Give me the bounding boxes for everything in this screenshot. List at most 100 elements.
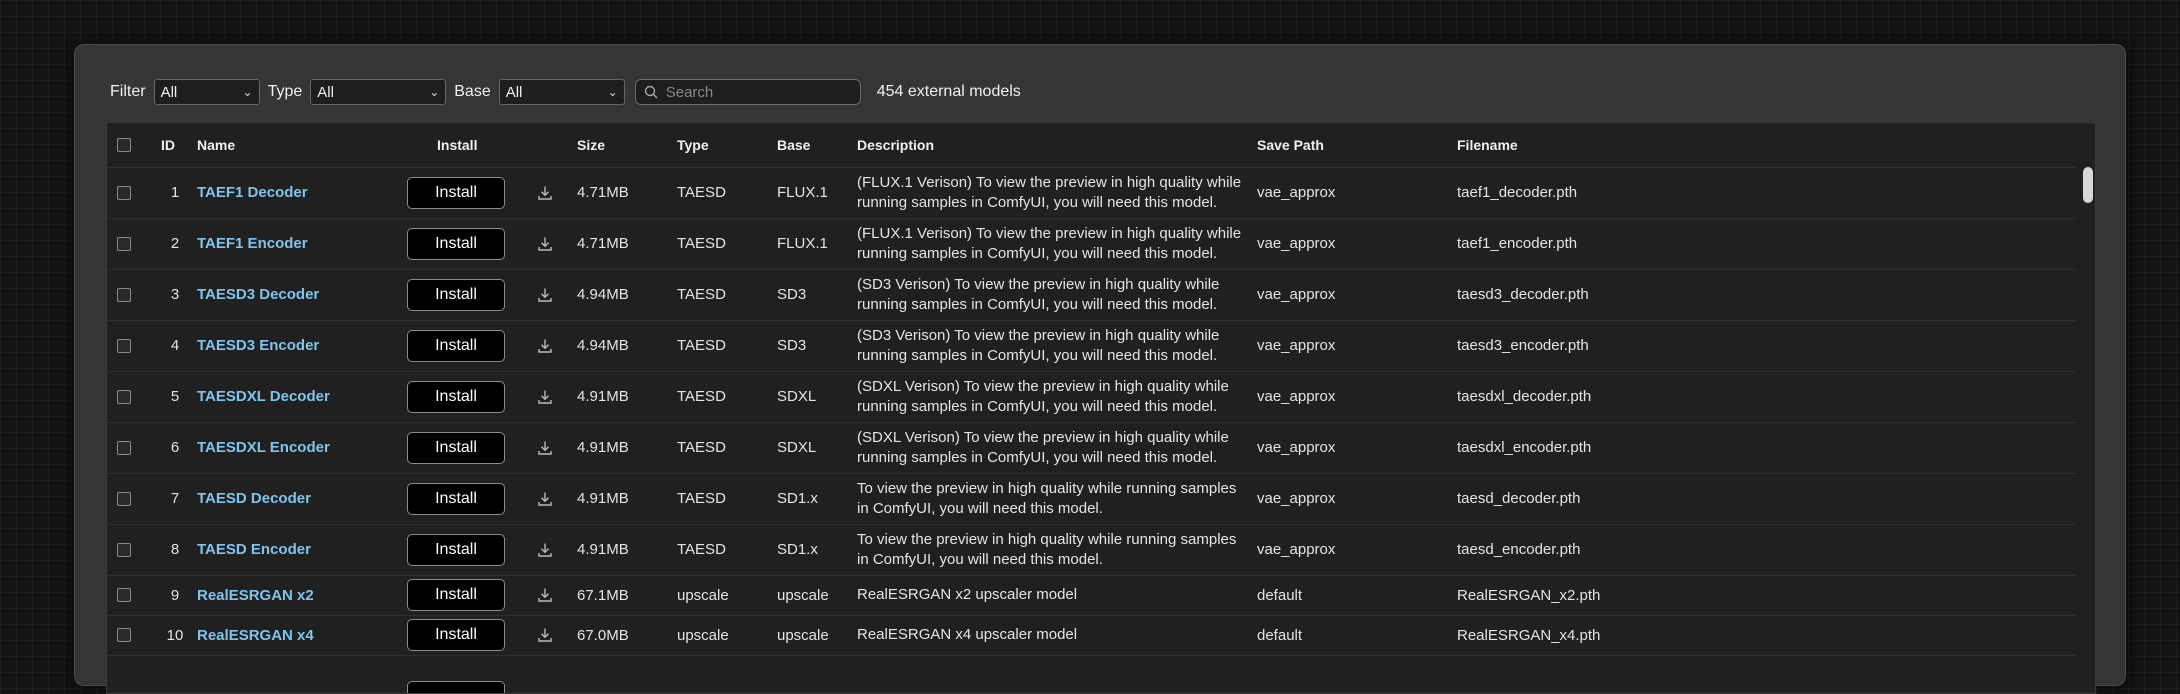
row-size: 4.91MB bbox=[577, 490, 629, 507]
row-checkbox[interactable] bbox=[117, 491, 131, 506]
header-id[interactable]: ID bbox=[161, 123, 175, 167]
row-base-cell: FLUX.1 bbox=[777, 167, 828, 218]
install-cell: Install bbox=[407, 524, 505, 575]
select-all-checkbox[interactable] bbox=[117, 138, 131, 152]
header-size[interactable]: Size bbox=[577, 123, 605, 167]
row-base: SD3 bbox=[777, 337, 807, 354]
row-checkbox[interactable] bbox=[117, 236, 131, 251]
row-save-path-cell: default bbox=[1257, 575, 1302, 615]
model-name-cell: RealESRGAN x4 bbox=[197, 615, 314, 655]
download-icon[interactable] bbox=[537, 236, 553, 252]
row-checkbox[interactable] bbox=[117, 287, 131, 302]
install-cell: Install bbox=[407, 575, 505, 615]
row-save-path: vae_approx bbox=[1257, 490, 1336, 507]
model-name-cell: TAESD3 Decoder bbox=[197, 269, 319, 320]
install-button[interactable]: Install bbox=[407, 431, 505, 464]
model-name[interactable]: TAESD Decoder bbox=[197, 490, 311, 507]
model-name[interactable]: TAEF1 Decoder bbox=[197, 184, 308, 201]
model-name-cell: TAESD Decoder bbox=[197, 473, 311, 524]
model-name-cell: RealESRGAN x2 bbox=[197, 575, 314, 615]
row-filename-cell: taesdxl_encoder.pth bbox=[1457, 422, 1591, 473]
row-base-cell: SD3 bbox=[777, 269, 806, 320]
header-filename[interactable]: Filename bbox=[1457, 123, 1518, 167]
table-scrollbar[interactable] bbox=[2081, 123, 2095, 693]
install-button[interactable]: Install bbox=[407, 278, 505, 311]
row-id: 10 bbox=[166, 626, 184, 644]
install-button[interactable]: Install bbox=[407, 227, 505, 260]
row-checkbox[interactable] bbox=[117, 185, 131, 200]
row-id: 2 bbox=[170, 235, 180, 252]
header-base[interactable]: Base bbox=[777, 123, 810, 167]
filter-select[interactable]: All ⌄ bbox=[153, 79, 260, 105]
header-save-path[interactable]: Save Path bbox=[1257, 123, 1324, 167]
search-input[interactable] bbox=[663, 82, 848, 102]
model-name[interactable]: TAEF1 Encoder bbox=[197, 235, 308, 252]
row-description-cell: RealESRGAN x2 upscaler model bbox=[857, 575, 1247, 615]
row-base: upscale bbox=[777, 626, 829, 644]
table-row: 2 TAEF1 Encoder 4.71MB TAESD FLUX.1 (FLUX.1 V… bbox=[107, 218, 2077, 270]
row-filename: taesdxl_decoder.pth bbox=[1457, 388, 1592, 405]
header-description[interactable]: Description bbox=[857, 123, 934, 167]
model-name[interactable]: TAESD Encoder bbox=[197, 541, 311, 558]
row-type-cell: TAESD bbox=[677, 473, 726, 524]
download-icon[interactable] bbox=[537, 491, 553, 507]
row-filename-cell: taef1_decoder.pth bbox=[1457, 167, 1577, 218]
download-icon[interactable] bbox=[537, 389, 553, 405]
download-icon[interactable] bbox=[537, 440, 553, 456]
search-box[interactable] bbox=[634, 79, 861, 105]
row-size: 4.94MB bbox=[577, 286, 629, 303]
download-icon[interactable] bbox=[537, 587, 553, 603]
install-button[interactable]: Install bbox=[407, 380, 505, 413]
install-button[interactable] bbox=[407, 681, 505, 693]
row-checkbox[interactable] bbox=[117, 588, 131, 602]
row-checkbox[interactable] bbox=[117, 628, 131, 642]
select-all-cell bbox=[117, 123, 131, 167]
row-base-cell: SD1.x bbox=[777, 473, 818, 524]
row-base-cell: upscale bbox=[777, 575, 829, 615]
row-checkbox[interactable] bbox=[117, 440, 131, 455]
row-base: FLUX.1 bbox=[777, 235, 828, 252]
row-filename: taesd_encoder.pth bbox=[1457, 541, 1581, 558]
install-button[interactable]: Install bbox=[407, 176, 505, 209]
install-button[interactable]: Install bbox=[407, 482, 505, 515]
model-name[interactable]: TAESD3 Decoder bbox=[197, 286, 319, 303]
install-button[interactable]: Install bbox=[407, 619, 505, 651]
header-type[interactable]: Type bbox=[677, 123, 709, 167]
download-icon[interactable] bbox=[537, 185, 553, 201]
model-name-cell: TAESD Encoder bbox=[197, 524, 311, 575]
row-base: SD1.x bbox=[777, 541, 818, 558]
download-icon[interactable] bbox=[537, 338, 553, 354]
scrollbar-thumb[interactable] bbox=[2083, 167, 2093, 203]
row-id-cell: 7 bbox=[161, 473, 189, 524]
base-select[interactable]: All ⌄ bbox=[498, 79, 625, 105]
row-base-cell: SD3 bbox=[777, 320, 806, 371]
download-icon[interactable] bbox=[537, 542, 553, 558]
row-id-cell: 3 bbox=[161, 269, 189, 320]
row-description-cell: RealESRGAN x4 upscaler model bbox=[857, 615, 1247, 655]
row-checkbox[interactable] bbox=[117, 338, 131, 353]
row-type: TAESD bbox=[677, 235, 726, 252]
header-install[interactable]: Install bbox=[437, 123, 477, 167]
row-checkbox[interactable] bbox=[117, 389, 131, 404]
install-button[interactable]: Install bbox=[407, 579, 505, 611]
download-icon[interactable] bbox=[537, 627, 553, 643]
model-name[interactable]: RealESRGAN x4 bbox=[197, 627, 314, 644]
header-name[interactable]: Name bbox=[197, 123, 235, 167]
install-button[interactable]: Install bbox=[407, 329, 505, 362]
install-cell: Install bbox=[407, 615, 505, 655]
row-checkbox[interactable] bbox=[117, 542, 131, 557]
row-size: 4.91MB bbox=[577, 541, 629, 558]
table-row: 6 TAESDXL Encoder 4.91MB TAESD SDXL (SDXL Ver… bbox=[107, 422, 2077, 474]
model-count: 454 external models bbox=[876, 83, 1021, 100]
download-icon[interactable] bbox=[537, 287, 553, 303]
row-save-path: default bbox=[1257, 586, 1303, 604]
row-save-path-cell: vae_approx bbox=[1257, 218, 1335, 269]
model-name[interactable]: TAESDXL Decoder bbox=[197, 388, 330, 405]
type-select[interactable]: All ⌄ bbox=[310, 79, 447, 105]
model-name[interactable]: TAESDXL Encoder bbox=[197, 439, 330, 456]
install-cell: Install bbox=[407, 269, 505, 320]
model-name[interactable]: RealESRGAN x2 bbox=[197, 587, 314, 604]
install-button[interactable]: Install bbox=[407, 533, 505, 566]
model-name[interactable]: TAESD3 Encoder bbox=[197, 337, 319, 354]
download-cell bbox=[537, 269, 553, 320]
